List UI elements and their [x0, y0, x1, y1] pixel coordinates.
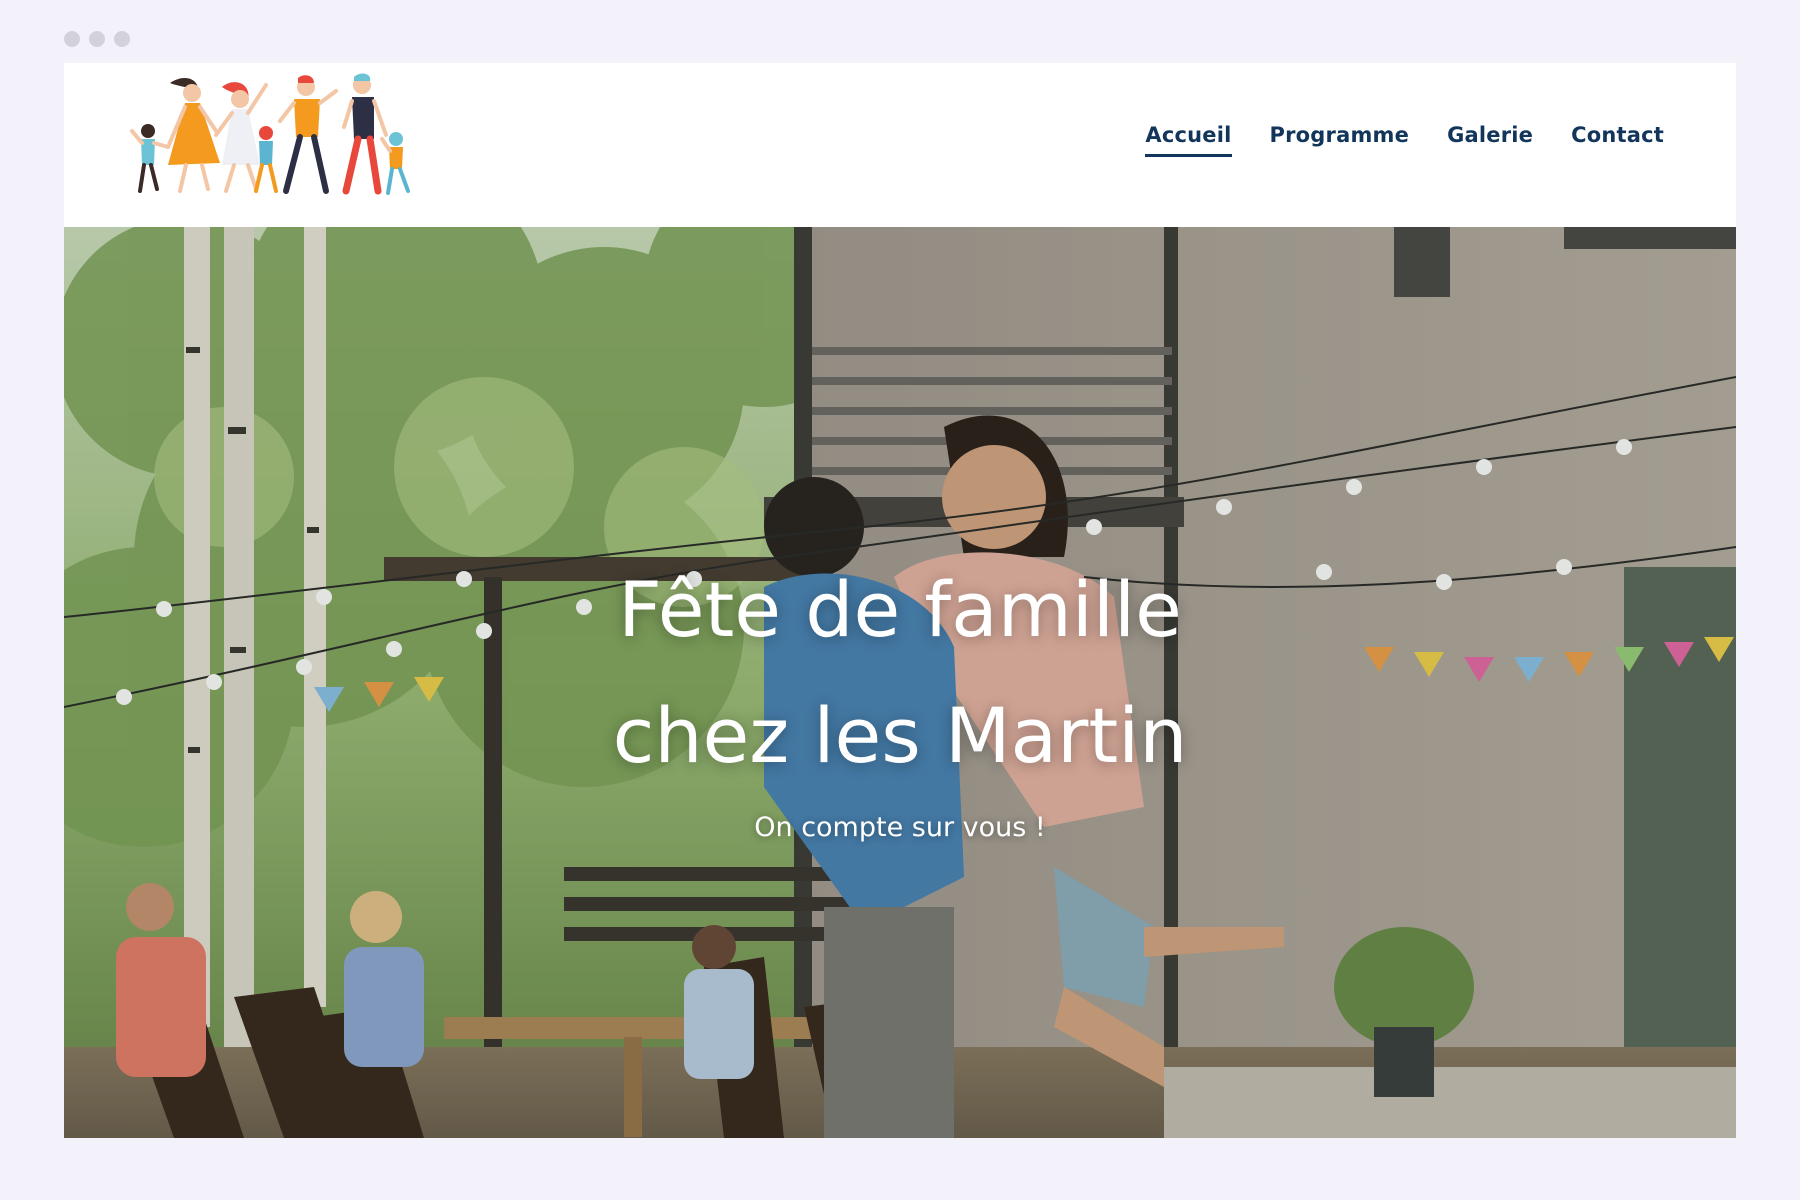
browser-window: Accueil Programme Galerie Contact Fête d… [64, 63, 1736, 1138]
window-dot-minimize[interactable] [89, 31, 105, 47]
hero-title-line2: chez les Martin [612, 691, 1188, 780]
logo-child-left [130, 124, 170, 193]
logo-man-orange [278, 75, 338, 194]
hero-subtitle: On compte sur vous ! [754, 812, 1046, 843]
logo-child-right [380, 132, 410, 195]
window-controls [64, 31, 130, 47]
logo-woman-orange [166, 78, 220, 193]
nav-item-accueil[interactable]: Accueil [1145, 121, 1232, 157]
nav-item-contact[interactable]: Contact [1571, 121, 1664, 157]
window-dot-maximize[interactable] [114, 31, 130, 47]
site-header: Accueil Programme Galerie Contact [64, 63, 1736, 227]
logo-child-middle [254, 126, 278, 193]
hero-title: Fête de famille chez les Martin [64, 547, 1736, 799]
window-dot-close[interactable] [64, 31, 80, 47]
hero-section: Fête de famille chez les Martin On compt… [64, 227, 1736, 1138]
nav-item-galerie[interactable]: Galerie [1447, 121, 1533, 157]
main-nav: Accueil Programme Galerie Contact [1145, 121, 1664, 157]
nav-item-programme[interactable]: Programme [1270, 121, 1410, 157]
hero-title-line1: Fête de famille [618, 565, 1182, 654]
logo-man-navy [342, 73, 388, 195]
family-dancing-logo[interactable] [130, 73, 430, 223]
